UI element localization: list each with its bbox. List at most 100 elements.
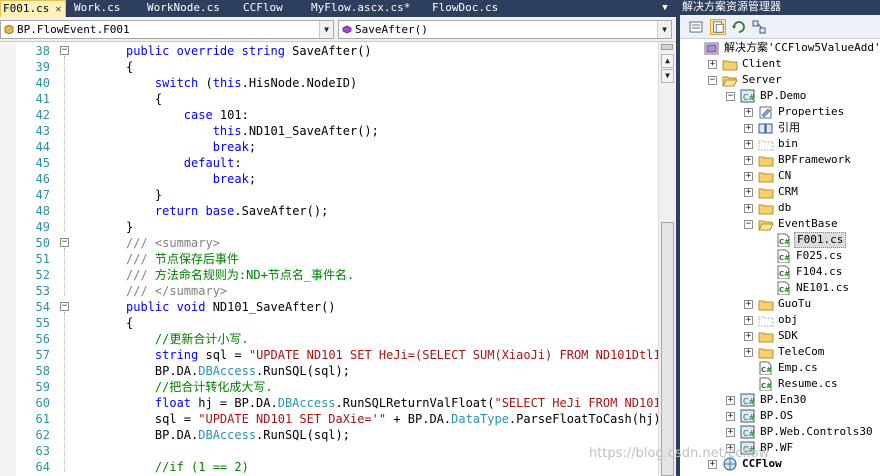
code-line[interactable]: 38 − public override string SaveAfter() bbox=[0, 43, 658, 59]
expand-icon[interactable]: + bbox=[708, 460, 717, 469]
expand-icon[interactable]: + bbox=[744, 332, 753, 341]
expand-icon[interactable]: + bbox=[744, 108, 753, 117]
tree-item[interactable]: − C# BP.Demo bbox=[680, 88, 880, 104]
code-line[interactable]: 62 BP.DA.DBAccess.RunSQL(sql); bbox=[0, 427, 658, 443]
code-line[interactable]: 63 bbox=[0, 443, 658, 459]
chevron-down-icon[interactable]: ▼ bbox=[319, 21, 333, 38]
member-selector-dropdown[interactable]: SaveAfter() ▼ bbox=[338, 20, 672, 39]
code-line[interactable]: 64 //if (1 == 2) bbox=[0, 459, 658, 475]
tab-f001-cs[interactable]: F001.cs ✕ bbox=[0, 0, 66, 17]
expand-icon[interactable]: + bbox=[744, 156, 753, 165]
tab-ccflow[interactable]: CCFlow bbox=[243, 0, 283, 17]
code-line[interactable]: 43 this.ND101_SaveAfter(); bbox=[0, 123, 658, 139]
expand-icon[interactable]: + bbox=[744, 316, 753, 325]
tree-item[interactable]: + SDK bbox=[680, 328, 880, 344]
tree-item[interactable]: C# Resume.cs bbox=[680, 376, 880, 392]
code-line[interactable]: 54 − public void ND101_SaveAfter() bbox=[0, 299, 658, 315]
expand-icon[interactable]: + bbox=[726, 412, 735, 421]
code-line[interactable]: 57 string sql = "UPDATE ND101 SET HeJi=(… bbox=[0, 347, 676, 363]
expand-icon[interactable]: + bbox=[744, 188, 753, 197]
code-line[interactable]: 49} bbox=[0, 219, 658, 235]
code-line[interactable]: 39 { bbox=[0, 59, 658, 75]
tree-item[interactable]: + C# BP.OS bbox=[680, 408, 880, 424]
expand-icon[interactable]: + bbox=[726, 428, 735, 437]
collapse-icon[interactable]: − bbox=[708, 76, 717, 85]
expand-icon[interactable]: + bbox=[726, 444, 735, 453]
tab-work-cs[interactable]: Work.cs bbox=[74, 0, 120, 17]
tree-item[interactable]: + CN bbox=[680, 168, 880, 184]
scroll-up-icon[interactable]: ▲ bbox=[661, 54, 674, 68]
scrollbar-thumb[interactable] bbox=[661, 222, 674, 476]
expand-icon[interactable]: + bbox=[744, 348, 753, 357]
collapse-icon[interactable]: − bbox=[744, 220, 753, 229]
code-line[interactable]: 52 /// 方法命名规则为:ND+节点名_事件名. bbox=[0, 267, 658, 283]
code-line[interactable]: 59 //把合计转化成大写. bbox=[0, 379, 658, 395]
collapse-icon[interactable]: − bbox=[60, 302, 69, 311]
code-line[interactable]: 48 return base.SaveAfter(); bbox=[0, 203, 658, 219]
refresh-icon[interactable] bbox=[731, 19, 747, 35]
code-line[interactable]: 55 { bbox=[0, 315, 658, 331]
editor-vertical-scrollbar[interactable]: ▲ ▼ bbox=[658, 42, 676, 476]
tab-flowdoc-cs[interactable]: FlowDoc.cs bbox=[432, 0, 498, 17]
code-line[interactable]: 41 { bbox=[0, 91, 658, 107]
code-line[interactable]: 51 /// 节点保存后事件 bbox=[0, 251, 658, 267]
tree-item[interactable]: C# F001.cs bbox=[680, 232, 880, 248]
collapse-icon[interactable]: − bbox=[60, 238, 69, 247]
expand-icon[interactable]: + bbox=[744, 172, 753, 181]
tree-item[interactable]: + obj bbox=[680, 312, 880, 328]
class-diagram-icon[interactable] bbox=[751, 19, 767, 35]
tree-item[interactable]: + C# BP.WF bbox=[680, 440, 880, 456]
tree-item[interactable]: − EventBase bbox=[680, 216, 880, 232]
scroll-down-icon[interactable]: ▼ bbox=[661, 69, 674, 83]
code-line[interactable]: 46 break; bbox=[0, 171, 658, 187]
collapse-icon[interactable]: − bbox=[726, 92, 735, 101]
code-line[interactable]: 45 default: bbox=[0, 155, 658, 171]
code-line[interactable]: 53 /// </summary> bbox=[0, 283, 658, 299]
close-icon[interactable]: ✕ bbox=[53, 2, 63, 17]
code-line[interactable]: 40 switch (this.HisNode.NodeID) bbox=[0, 75, 658, 91]
code-line[interactable]: 50 − /// <summary> bbox=[0, 235, 658, 251]
code-line[interactable]: 56 //更新合计小写. bbox=[0, 331, 658, 347]
code-line[interactable]: 42 case 101: bbox=[0, 107, 658, 123]
tab-dropdown-icon[interactable]: ▼ bbox=[660, 0, 670, 17]
code-line[interactable]: 60 float hj = BP.DA.DBAccess.RunSQLRetur… bbox=[0, 395, 676, 411]
tree-item[interactable]: + TeleCom bbox=[680, 344, 880, 360]
expand-icon[interactable]: + bbox=[744, 204, 753, 213]
tree-item[interactable]: + 引用 bbox=[680, 120, 880, 136]
tree-item[interactable]: + Client bbox=[680, 56, 880, 72]
tab-myflow-ascx-cs[interactable]: MyFlow.ascx.cs* bbox=[311, 0, 410, 17]
expand-icon[interactable]: + bbox=[744, 300, 753, 309]
chevron-down-icon[interactable]: ▼ bbox=[657, 21, 671, 38]
class-selector-dropdown[interactable]: BP.FlowEvent.F001 ▼ bbox=[0, 20, 334, 39]
properties-icon[interactable] bbox=[688, 19, 704, 35]
tree-item[interactable]: + db bbox=[680, 200, 880, 216]
tree-item[interactable]: + CRM bbox=[680, 184, 880, 200]
tree-item[interactable]: 解决方案'CCFlow5ValueAdd' (9 bbox=[680, 40, 880, 56]
tree-item[interactable]: C# Emp.cs bbox=[680, 360, 880, 376]
tree-item[interactable]: C# F104.cs bbox=[680, 264, 880, 280]
expand-icon[interactable]: + bbox=[726, 396, 735, 405]
tree-item[interactable]: + Properties bbox=[680, 104, 880, 120]
code-line[interactable]: 44 break; bbox=[0, 139, 658, 155]
expand-icon[interactable]: + bbox=[744, 140, 753, 149]
split-handle-icon[interactable] bbox=[661, 44, 673, 50]
show-all-files-icon[interactable] bbox=[710, 19, 726, 35]
tree-item[interactable]: C# NE101.cs bbox=[680, 280, 880, 296]
expand-icon[interactable]: + bbox=[708, 60, 717, 69]
tree-item[interactable]: − Server bbox=[680, 72, 880, 88]
tree-item[interactable]: + C# BP.Web.Controls30 bbox=[680, 424, 880, 440]
tree-item[interactable]: + GuoTu bbox=[680, 296, 880, 312]
tree-item[interactable]: + C# BP.En30 bbox=[680, 392, 880, 408]
tree-item[interactable]: + bin bbox=[680, 136, 880, 152]
tab-worknode-cs[interactable]: WorkNode.cs bbox=[147, 0, 220, 17]
code-line[interactable]: 47 } bbox=[0, 187, 658, 203]
tree-item[interactable]: + BPFramework bbox=[680, 152, 880, 168]
code-line[interactable]: 61 sql = "UPDATE ND101 SET DaXie='" + BP… bbox=[0, 411, 676, 427]
csharp-project-icon: C# bbox=[740, 409, 756, 423]
expand-icon[interactable]: + bbox=[744, 124, 753, 133]
tree-item[interactable]: C# F025.cs bbox=[680, 248, 880, 264]
tree-item[interactable]: + CCFlow bbox=[680, 456, 880, 472]
code-line[interactable]: 58 BP.DA.DBAccess.RunSQL(sql); bbox=[0, 363, 658, 379]
code-editor[interactable]: 38 − public override string SaveAfter() 39 {… bbox=[0, 42, 676, 476]
collapse-icon[interactable]: − bbox=[60, 46, 69, 55]
